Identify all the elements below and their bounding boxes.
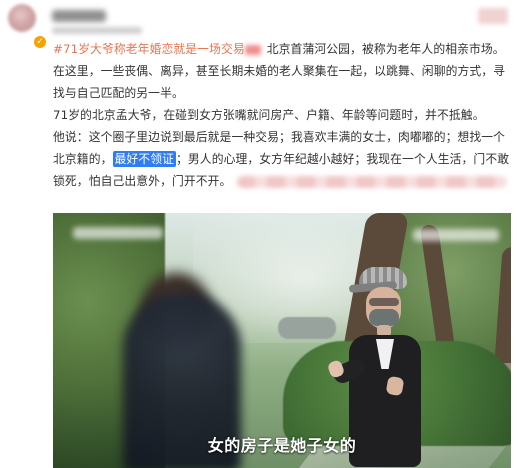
post-line-2: 在这里，一些丧偶、离异，甚至长期未婚的老人聚集在一起，以跳舞、闲聊的方式，寻	[53, 64, 506, 78]
redacted-inline-content	[244, 44, 261, 55]
weibo-post-screenshot: ✓ #71岁大爷称老年婚恋就是一场交易 北京首蒲河公园，被称为老年人的相亲市场。 …	[0, 0, 518, 468]
rock	[278, 317, 336, 339]
follow-button-redacted[interactable]	[478, 8, 508, 24]
glasses	[369, 298, 399, 306]
hashtag-link[interactable]: #71岁大爷称老年婚恋就是一场交易	[53, 42, 245, 56]
video-watermark-right	[413, 229, 499, 241]
video-frame[interactable]: 女的房子是她子女的	[53, 213, 511, 468]
video-watermark-left	[73, 227, 163, 239]
post-body: #71岁大爷称老年婚恋就是一场交易 北京首蒲河公园，被称为老年人的相亲市场。 在这…	[53, 38, 511, 192]
post-line-5: 他说：这个圈子里边说到最后就是一种交易；我喜欢丰满的女士，肉嘟嘟的；想找一个	[53, 130, 506, 144]
verification-badge-icon: ✓	[34, 36, 46, 48]
post-line-1-text: 北京首蒲河公园，被称为老年人的相亲市场。	[266, 42, 505, 56]
post-line-6-after: ；男人的心理，女方年纪越小越好；我现在一个人生活，门不敢	[176, 152, 510, 166]
post-line-6-before: 北京籍的，	[53, 152, 113, 166]
post-meta-redacted	[52, 27, 142, 34]
username-redacted	[52, 10, 106, 22]
post-line-4: 71岁的北京孟大爷，在碰到女方张嘴就问房产、户籍、年龄等问题时，并不抵触。	[53, 108, 485, 122]
post-line-7-text: 锁死，怕自己出意外，门开不开。	[53, 174, 232, 188]
post-line-3: 找与自己匹配的另一半。	[53, 86, 184, 100]
post-line-7: 锁死，怕自己出意外，门开不开。	[53, 170, 511, 192]
post-line-6: 北京籍的， 最好不领证 ；男人的心理，女方年纪越小越好；我现在一个人生活，门不敢	[53, 148, 511, 170]
highlighted-text: 最好不领证	[112, 151, 176, 167]
video-subtitle: 女的房子是她子女的	[207, 436, 357, 455]
avatar[interactable]	[8, 4, 36, 32]
redacted-text-tail	[237, 175, 508, 188]
post-line-1: #71岁大爷称老年婚恋就是一场交易 北京首蒲河公园，被称为老年人的相亲市场。	[53, 38, 511, 60]
face-mask	[369, 309, 399, 326]
